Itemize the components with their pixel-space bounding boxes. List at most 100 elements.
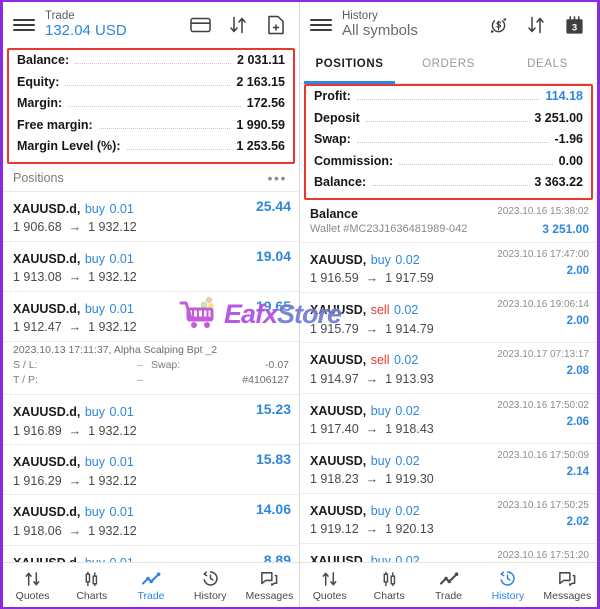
- deal-row-balance[interactable]: Balance Wallet #MC23J1636481989-042 2023…: [300, 200, 597, 243]
- deal-close-price: 1 918.43: [385, 421, 434, 436]
- bottom-nav-left[interactable]: Quotes Charts Trade History Messages: [3, 562, 299, 607]
- nav-item-label: Quotes: [15, 589, 50, 602]
- nav-item-quotes[interactable]: Quotes: [300, 569, 359, 602]
- deal-prices: 1 918.23 → 1 919.30: [310, 471, 491, 488]
- dotted-leader: [356, 142, 549, 143]
- position-volume: 0.01: [109, 405, 134, 420]
- card-icon[interactable]: [189, 14, 211, 36]
- deal-close-price: 1 920.13: [385, 522, 434, 537]
- position-row[interactable]: XAUUSD.d, buy 0.01 1 912.47 → 1 932.12 1…: [3, 292, 299, 343]
- position-profit: 19.65: [255, 297, 291, 314]
- deal-row[interactable]: XAUUSD, buy 0.02 1 918.23 → 1 919.30 202…: [300, 444, 597, 494]
- position-profit-cell: 19.04: [229, 248, 291, 264]
- take-profit-value: –: [137, 374, 143, 387]
- trade-title-block: Trade 132.04 USD: [45, 10, 189, 40]
- sort-arrows-icon[interactable]: [227, 14, 249, 36]
- position-prices: 1 916.29 → 1 932.12: [13, 473, 229, 490]
- position-profit-cell: 25.44: [229, 198, 291, 214]
- tab-positions[interactable]: POSITIONS: [300, 48, 399, 84]
- right-summary-row: Profit: 114.18: [306, 88, 591, 110]
- deal-volume: 0.02: [395, 503, 420, 518]
- left-summary-label: Margin:: [17, 96, 63, 110]
- position-prices: 1 916.89 → 1 932.12: [13, 423, 229, 440]
- deal-row[interactable]: XAUUSD, buy 0.02 1 916.59 → 1 917.59 202…: [300, 243, 597, 294]
- nav-item-messages[interactable]: Messages: [538, 569, 597, 602]
- nav-item-label: History: [491, 589, 525, 602]
- deal-prices: 1 917.40 → 1 918.43: [310, 421, 491, 438]
- deal-symbol-line: XAUUSD, buy 0.02: [310, 400, 491, 421]
- left-summary-label: Margin Level (%):: [17, 139, 121, 153]
- position-symbol-line: XAUUSD.d, buy 0.01: [13, 298, 229, 319]
- position-row[interactable]: XAUUSD.d, buy 0.01 1 916.29 → 1 932.12 1…: [3, 445, 299, 496]
- candlestick-icon: [359, 569, 418, 589]
- position-side: buy: [84, 251, 105, 266]
- position-row[interactable]: XAUUSD.d, buy 0.01 1 913.08 → 1 932.12 1…: [3, 242, 299, 292]
- tab-orders[interactable]: ORDERS: [399, 48, 498, 83]
- deal-symbol-line: XAUUSD, buy 0.02: [310, 249, 491, 270]
- nav-item-quotes[interactable]: Quotes: [3, 569, 62, 602]
- position-current-price: 1 932.12: [88, 473, 137, 488]
- bottom-nav-right[interactable]: Quotes Charts Trade History Messages: [300, 562, 597, 607]
- position-row[interactable]: XAUUSD.d, buy 0.01 1 916.89 → 1 932.12 1…: [3, 395, 299, 446]
- deal-prices: 1 914.97 → 1 913.93: [310, 371, 491, 388]
- nav-item-trade[interactable]: Trade: [419, 569, 478, 602]
- currency-refresh-icon[interactable]: [487, 14, 509, 36]
- position-symbol-line: XAUUSD.d, buy 0.01: [13, 451, 229, 472]
- arrow-right-icon: →: [362, 271, 382, 286]
- more-options-icon[interactable]: •••: [267, 171, 287, 185]
- positions-list[interactable]: XAUUSD.d, buy 0.01 1 906.68 → 1 932.12 2…: [3, 192, 299, 607]
- sort-arrows-icon[interactable]: [525, 14, 547, 36]
- deal-open-price: 1 918.23: [310, 472, 359, 487]
- deal-row[interactable]: XAUUSD, sell 0.02 1 915.79 → 1 914.79 20…: [300, 293, 597, 344]
- deal-time: 2023.10.16 17:50:09: [497, 449, 589, 461]
- position-profit: 19.04: [255, 247, 291, 264]
- messages-icon: [240, 569, 299, 589]
- left-summary-label: Free margin:: [17, 117, 93, 132]
- position-volume: 0.01: [109, 455, 134, 470]
- position-open-time: 2023.10.13 17:11:37, Alpha Scalping Bpt …: [13, 344, 218, 357]
- left-summary-value: 1 253.56: [236, 139, 285, 153]
- dotted-leader: [98, 127, 231, 129]
- hamburger-icon[interactable]: [310, 19, 332, 31]
- deal-row[interactable]: XAUUSD, sell 0.02 1 914.97 → 1 913.93 20…: [300, 343, 597, 394]
- position-row[interactable]: XAUUSD.d, buy 0.01 1 906.68 → 1 932.12 2…: [3, 192, 299, 242]
- calendar-icon[interactable]: 3: [563, 14, 585, 36]
- position-row[interactable]: XAUUSD.d, buy 0.01 1 918.06 → 1 932.12 1…: [3, 495, 299, 546]
- deal-amount: 2.08: [566, 365, 589, 378]
- position-symbol: XAUUSD.d,: [13, 251, 81, 266]
- deal-side: buy: [370, 453, 391, 468]
- dotted-leader: [65, 84, 231, 86]
- positions-section-label: Positions: [13, 170, 64, 185]
- nav-item-history[interactable]: History: [478, 569, 537, 602]
- position-symbol: XAUUSD.d,: [13, 505, 81, 520]
- new-order-icon[interactable]: [265, 14, 287, 36]
- position-symbol: XAUUSD.d,: [13, 455, 81, 470]
- nav-item-history[interactable]: History: [181, 569, 240, 602]
- tab-deals[interactable]: DEALS: [498, 48, 597, 83]
- position-prices: 1 906.68 → 1 932.12: [13, 219, 229, 236]
- deal-side: buy: [370, 252, 391, 267]
- hamburger-icon[interactable]: [13, 19, 35, 31]
- deals-list[interactable]: Balance Wallet #MC23J1636481989-042 2023…: [300, 200, 597, 607]
- nav-item-charts[interactable]: Charts: [62, 569, 121, 602]
- arrow-right-icon: →: [65, 270, 85, 285]
- left-summary-row: Margin: 172.56: [9, 95, 293, 117]
- nav-item-charts[interactable]: Charts: [359, 569, 418, 602]
- history-tabs[interactable]: POSITIONS ORDERS DEALS: [300, 48, 597, 84]
- deal-time: 2023.10.16 19:06:14: [497, 299, 589, 311]
- messages-icon: [538, 569, 597, 589]
- deal-row[interactable]: XAUUSD, buy 0.02 1 919.12 → 1 920.13 202…: [300, 494, 597, 545]
- nav-item-messages[interactable]: Messages: [240, 569, 299, 602]
- deal-prices: 1 915.79 → 1 914.79: [310, 321, 491, 338]
- arrow-right-icon: →: [362, 321, 382, 336]
- deal-symbol-line: XAUUSD, sell 0.02: [310, 299, 491, 320]
- left-summary-row: Free margin: 1 990.59: [9, 117, 293, 139]
- deal-open-price: 1 919.12: [310, 522, 359, 537]
- nav-item-label: Trade: [434, 589, 463, 602]
- nav-item-trade[interactable]: Trade: [121, 569, 180, 602]
- trade-topbar-icons: [189, 14, 291, 36]
- position-sl-row: S / L: – Swap: -0.07: [13, 359, 289, 374]
- dotted-leader: [75, 63, 232, 64]
- left-summary-row: Margin Level (%): 1 253.56: [9, 138, 293, 160]
- deal-row[interactable]: XAUUSD, buy 0.02 1 917.40 → 1 918.43 202…: [300, 394, 597, 444]
